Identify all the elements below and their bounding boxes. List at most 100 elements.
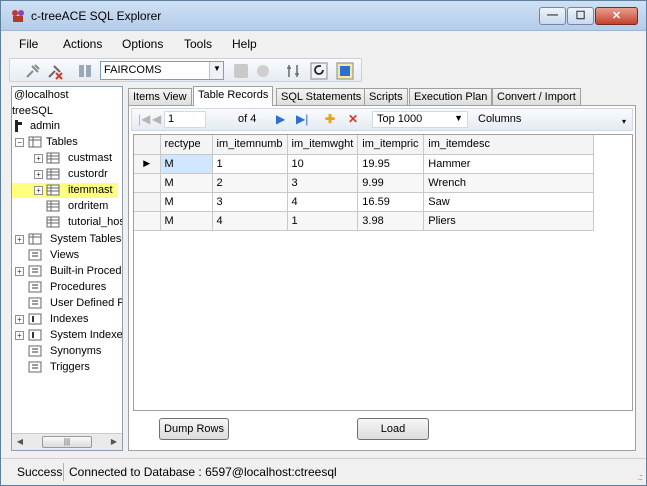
current-row-indicator-icon[interactable]: ▶ [134,154,161,174]
object-tree[interactable]: @localhost treeSQL admin − Tables + cust… [11,86,123,451]
first-record-icon[interactable]: |◀ [138,112,150,126]
maximize-icon: ☐ [575,10,586,22]
add-record-icon[interactable]: ✚ [325,112,335,126]
scroll-left-icon[interactable]: ◀ [14,436,26,448]
row-header[interactable] [134,192,161,212]
next-record-icon[interactable]: ▶ [276,112,285,126]
column-header-rectype[interactable]: rectype [160,135,213,155]
refresh-disabled-icon[interactable] [232,62,250,80]
tree-table-itemmast[interactable]: + itemmast [12,183,118,198]
column-header-itempric[interactable]: im_itempric [357,135,425,155]
expand-icon[interactable]: + [15,267,24,276]
dump-rows-button[interactable]: Dump Rows [159,418,229,440]
tab-convert-import[interactable]: Convert / Import [492,88,581,105]
record-count-label: of 4 [238,113,257,125]
tables-icon [28,136,42,148]
table-icon [46,168,60,180]
row-limit-select[interactable]: Top 1000 ▼ [372,111,468,128]
delete-record-icon[interactable]: ✕ [348,112,358,126]
cell[interactable]: 16.59 [357,192,425,212]
column-header-itemdesc[interactable]: im_itemdesc [423,135,595,155]
chevron-down-icon[interactable]: ▼ [209,62,223,79]
menu-file[interactable]: File [19,37,38,51]
sort-icon[interactable] [284,62,302,80]
connect-icon[interactable] [24,62,42,80]
columns-dropdown[interactable]: Columns [478,113,521,125]
cell[interactable]: 4 [287,192,359,212]
cell[interactable]: Pliers [423,211,595,231]
last-record-icon[interactable]: ▶| [296,112,308,126]
close-button[interactable]: ✕ [595,7,638,25]
cell[interactable]: 4 [212,211,288,231]
collapse-icon[interactable]: − [15,138,24,147]
tab-scripts[interactable]: Scripts [364,88,408,105]
table-row[interactable]: M 3 4 16.59 Saw [134,192,595,212]
disconnect-icon[interactable] [46,62,64,80]
expand-icon[interactable]: + [15,331,24,340]
cell[interactable]: 10 [287,154,359,174]
load-button[interactable]: Load [357,418,429,440]
database-icon[interactable] [76,62,94,80]
expand-icon[interactable]: + [34,186,43,195]
expand-icon[interactable]: + [15,235,24,244]
cell[interactable]: M [160,192,213,212]
scroll-right-icon[interactable]: ▶ [108,436,120,448]
menu-tools[interactable]: Tools [184,37,212,51]
stop-disabled-icon[interactable] [254,62,272,80]
cell[interactable]: 3.98 [357,211,425,231]
tab-items-view[interactable]: Items View [128,88,192,105]
cell[interactable]: M [160,211,213,231]
column-header-itemnumb[interactable]: im_itemnumb [212,135,288,155]
table-icon [46,184,60,196]
column-header-itemwght[interactable]: im_itemwght [287,135,359,155]
properties-icon[interactable] [336,62,354,80]
previous-record-icon[interactable]: ◀ [152,112,161,126]
cell[interactable]: 2 [212,173,288,193]
cell[interactable]: 3 [287,173,359,193]
record-position-input[interactable]: 1 [164,111,206,128]
cell[interactable]: 9.99 [357,173,425,193]
cell[interactable]: Wrench [423,173,595,193]
views-icon [28,249,42,261]
header-row: rectype im_itemnumb im_itemwght im_itemp… [134,135,595,155]
overflow-icon[interactable]: ▾ [622,117,626,126]
cell[interactable]: Hammer [423,154,595,174]
cell[interactable]: 19.95 [357,154,425,174]
record-navigator: |◀ ◀ 1 of 4 ▶ ▶| ✚ ✕ Top 1000 ▼ Columns … [131,108,633,131]
cell[interactable]: 1 [287,211,359,231]
table-icon [46,216,60,228]
tab-sql-statements[interactable]: SQL Statements [276,88,367,105]
cell[interactable]: 3 [212,192,288,212]
menu-actions[interactable]: Actions [63,37,102,51]
maximize-button[interactable]: ☐ [567,7,594,25]
cell[interactable]: 1 [212,154,288,174]
expand-icon[interactable]: + [34,154,43,163]
menu-help[interactable]: Help [232,37,257,51]
tab-execution-plan[interactable]: Execution Plan [409,88,493,105]
expand-icon[interactable]: + [34,170,43,179]
database-select[interactable]: FAIRCOMS ▼ [100,61,224,80]
title-bar[interactable]: c-treeACE SQL Explorer — ☐ ✕ [1,1,646,31]
table-row[interactable]: ▶ M 1 10 19.95 Hammer [134,154,595,174]
row-header[interactable] [134,173,161,193]
tree-horizontal-scrollbar[interactable]: ◀ ||| ▶ [12,433,122,450]
refresh-icon[interactable] [310,62,328,80]
row-header[interactable] [134,211,161,231]
cell[interactable]: M [160,154,213,174]
records-table: rectype im_itemnumb im_itemwght im_itemp… [134,135,595,231]
resize-grip-icon[interactable]: .:: [637,472,642,482]
cell[interactable]: M [160,173,213,193]
records-grid[interactable]: rectype im_itemnumb im_itemwght im_itemp… [133,134,633,411]
menu-options[interactable]: Options [122,37,163,51]
expand-icon[interactable]: + [15,315,24,324]
row-header-corner [134,135,161,155]
table-row[interactable]: M 2 3 9.99 Wrench [134,173,595,193]
minimize-button[interactable]: — [539,7,566,25]
table-icon [46,152,60,164]
tab-table-records[interactable]: Table Records [193,86,274,106]
table-row[interactable]: M 4 1 3.98 Pliers [134,211,595,231]
scroll-thumb[interactable]: ||| [42,436,92,448]
index-icon [28,313,42,325]
table-icon [46,200,60,212]
cell[interactable]: Saw [423,192,595,212]
